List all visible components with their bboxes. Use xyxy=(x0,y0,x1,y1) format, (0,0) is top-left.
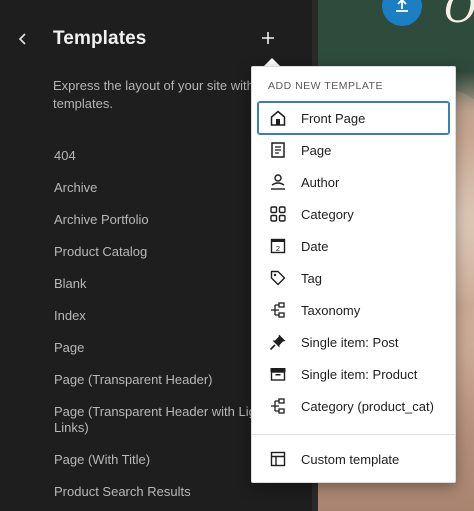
page-icon xyxy=(268,140,288,160)
menu-item-label: Tag xyxy=(301,270,322,286)
taxonomy-icon xyxy=(268,300,288,320)
sidebar-description: Express the layout of your site with tem… xyxy=(53,78,254,111)
menu-item-label: Single item: Product xyxy=(301,366,418,382)
page-title: Templates xyxy=(53,28,147,49)
add-template-popover: Add new template Front Page Page Author … xyxy=(251,66,456,483)
popover-heading: Add new template xyxy=(268,80,383,92)
template-item[interactable]: Product Search Results xyxy=(54,484,304,500)
menu-divider xyxy=(252,434,455,435)
menu-item-taxonomy[interactable]: Taxonomy xyxy=(258,294,449,326)
menu-item-label: Custom template xyxy=(301,451,400,467)
menu-item-category[interactable]: Category xyxy=(258,198,449,230)
author-icon xyxy=(268,172,288,192)
menu-item-single-product[interactable]: Single item: Product xyxy=(258,358,449,390)
menu-item-custom-template[interactable]: Custom template xyxy=(258,443,449,475)
menu-item-front-page[interactable]: Front Page xyxy=(257,101,450,135)
chevron-left-icon xyxy=(18,33,26,45)
menu-item-product-category[interactable]: Category (product_cat) xyxy=(258,390,449,422)
category-icon xyxy=(268,204,288,224)
back-button[interactable] xyxy=(12,28,34,50)
preview-logo: O xyxy=(444,0,474,32)
menu-item-label: Author xyxy=(301,174,340,190)
template-type-menu: Front Page Page Author Category 2 Date T… xyxy=(257,101,450,422)
menu-item-date[interactable]: 2 Date xyxy=(258,230,449,262)
menu-item-label: Category (product_cat) xyxy=(301,398,434,414)
menu-item-label: Single item: Post xyxy=(301,334,399,350)
menu-item-author[interactable]: Author xyxy=(258,166,449,198)
pin-icon xyxy=(268,332,288,352)
home-icon xyxy=(268,108,288,128)
plus-icon xyxy=(262,32,274,44)
menu-item-label: Front Page xyxy=(301,110,366,126)
menu-item-page[interactable]: Page xyxy=(258,134,449,166)
menu-item-label: Taxonomy xyxy=(301,302,361,318)
calendar-day-label: 2 xyxy=(276,244,280,253)
layout-icon xyxy=(268,449,288,469)
upload-icon xyxy=(396,0,408,12)
taxonomy-icon xyxy=(268,396,288,416)
menu-item-label: Page xyxy=(301,142,332,158)
menu-item-single-post[interactable]: Single item: Post xyxy=(258,326,449,358)
tag-icon xyxy=(268,268,288,288)
menu-item-label: Category xyxy=(301,206,354,222)
add-template-button[interactable] xyxy=(257,27,279,49)
archive-box-icon xyxy=(268,364,288,384)
menu-item-label: Date xyxy=(301,238,329,254)
menu-item-tag[interactable]: Tag xyxy=(258,262,449,294)
calendar-icon: 2 xyxy=(268,236,288,256)
